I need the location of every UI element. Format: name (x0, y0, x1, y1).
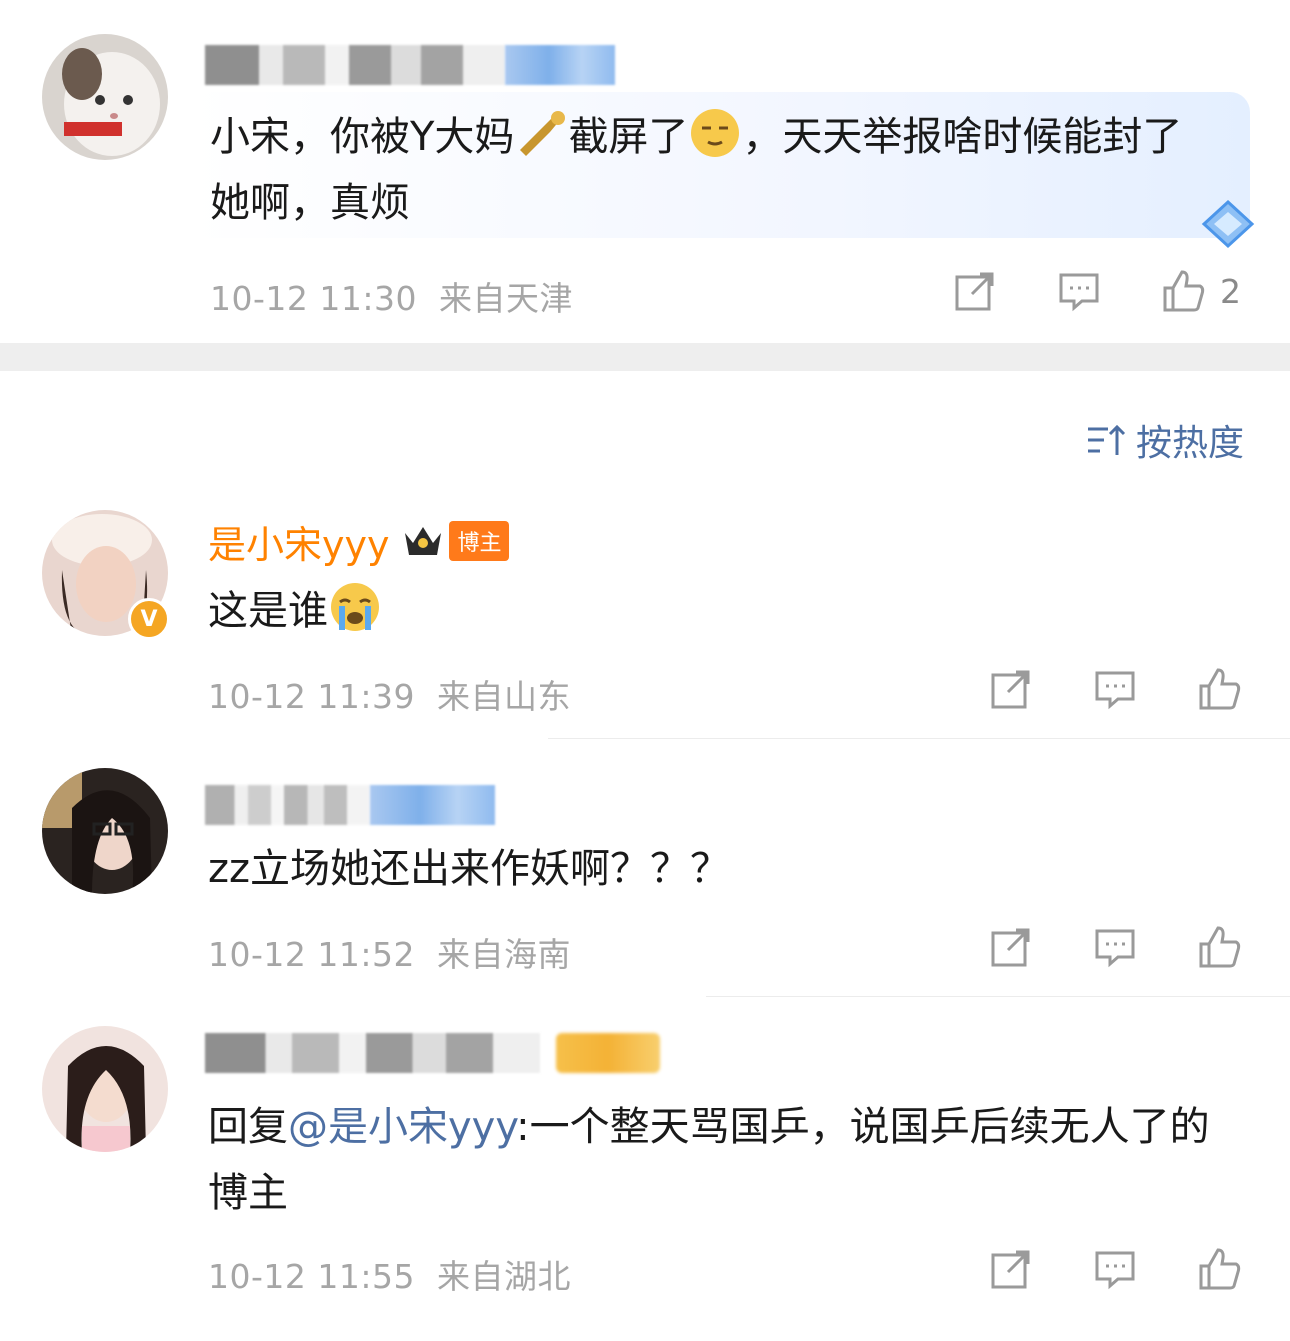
comment-actions (988, 924, 1242, 970)
comment-item: V 是小宋yyy 博主 这是谁 10-12 11:39 来自山东 (0, 500, 1290, 738)
section-separator (0, 343, 1290, 371)
username[interactable]: 是小宋yyy (208, 514, 389, 569)
username-redacted[interactable] (205, 40, 615, 90)
share-icon[interactable] (988, 1246, 1034, 1292)
divider (706, 996, 1290, 997)
comment-content: 这是谁 (208, 578, 382, 644)
comment-meta: 10-12 11:52 来自海南 (208, 935, 571, 974)
comment-icon[interactable] (1056, 268, 1102, 314)
smirk-emoji-icon (688, 106, 742, 160)
blogger-tag: 博主 (449, 521, 510, 561)
comment-top: 小宋，你被Y大妈 截屏了 ，天天举报啥时候能封了她啊，真烦 10-12 11:30 … (0, 0, 1290, 343)
sort-by-hot-button[interactable]: 按热度 (1086, 414, 1244, 466)
mention-link[interactable]: @是小宋yyy (288, 1104, 516, 1150)
comment-icon[interactable] (1092, 666, 1138, 712)
comment-actions: 2 (952, 268, 1241, 314)
trumpet-emoji-icon (514, 106, 568, 160)
like-count: 2 (1220, 271, 1241, 311)
share-icon[interactable] (988, 924, 1034, 970)
like-icon[interactable] (1196, 1246, 1242, 1292)
comment-item: 回复@是小宋yyy:一个整天骂国乒，说国乒后续无人了的博主 10-12 11:5… (0, 1018, 1290, 1318)
avatar[interactable] (42, 1026, 168, 1152)
comment-content: 小宋，你被Y大妈 截屏了 ，天天举报啥时候能封了她啊，真烦 (210, 104, 1210, 236)
username-redacted[interactable] (205, 780, 495, 830)
like-icon[interactable] (1160, 268, 1206, 314)
comment-icon[interactable] (1092, 1246, 1138, 1292)
comment-meta: 10-12 11:39 来自山东 (208, 677, 571, 716)
avatar[interactable] (42, 768, 168, 894)
comment-content: zz立场她还出来作妖啊？？？ (208, 846, 730, 892)
comment-meta: 10-12 11:55 来自湖北 (208, 1257, 571, 1296)
sort-label: 按热度 (1135, 423, 1244, 464)
comment-content: 回复@是小宋yyy:一个整天骂国乒，说国乒后续无人了的博主 (208, 1104, 1210, 1216)
comment-item: zz立场她还出来作妖啊？？？ 10-12 11:52 来自海南 (0, 760, 1290, 996)
like-icon[interactable] (1196, 924, 1242, 970)
like-icon[interactable] (1196, 666, 1242, 712)
crown-icon (405, 527, 442, 555)
crying-emoji-icon (328, 580, 382, 634)
diamond-decoration-icon (1196, 196, 1260, 252)
comment-actions (988, 1246, 1242, 1292)
divider (548, 738, 1290, 739)
comment-header: 是小宋yyy 博主 (208, 514, 510, 569)
sort-icon (1087, 424, 1126, 455)
share-icon[interactable] (952, 268, 998, 314)
avatar[interactable] (42, 34, 168, 160)
share-icon[interactable] (988, 666, 1034, 712)
verified-icon: V (128, 598, 170, 640)
comment-actions (988, 666, 1242, 712)
comment-meta: 10-12 11:30 来自天津 (210, 279, 573, 318)
comment-icon[interactable] (1092, 924, 1138, 970)
username-redacted[interactable] (205, 1028, 660, 1078)
